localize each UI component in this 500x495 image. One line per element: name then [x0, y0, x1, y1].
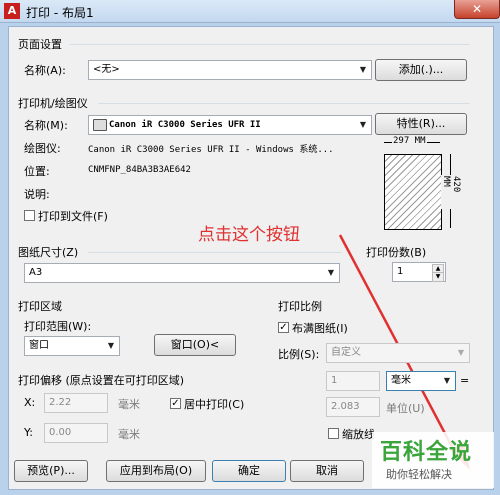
print-to-file-checkbox[interactable]: [24, 210, 35, 221]
plot-offset-heading: 打印偏移 (原点设置在可打印区域): [18, 374, 185, 387]
scale-equals: =: [460, 374, 470, 387]
paper-size-select[interactable]: A3 ▼: [24, 263, 340, 283]
scale-unit-select[interactable]: 毫米 ▼: [386, 371, 456, 391]
watermark: 百科全说 助你轻松解决: [372, 432, 494, 488]
fit-to-paper-label[interactable]: 布满图纸(I): [292, 320, 348, 336]
title-bar[interactable]: A 打印 - 布局1 ✕: [0, 0, 500, 23]
scale-lineweights-checkbox[interactable]: [328, 428, 339, 439]
plot-area-heading: 打印区域: [18, 300, 62, 313]
annotation-text: 点击这个按钮: [198, 225, 300, 245]
divider: [88, 252, 342, 253]
printer-name-label: 名称(M):: [24, 119, 68, 132]
copies-input[interactable]: 1 ▲ ▼: [392, 262, 446, 282]
divider: [98, 103, 470, 104]
dropdown-arrow-icon: ▼: [443, 376, 451, 385]
copies-label: 打印份数(B): [366, 246, 427, 259]
offset-y-input[interactable]: 0.00: [44, 423, 108, 443]
scale-label: 比例(S):: [278, 348, 320, 361]
offset-x-label: X:: [24, 396, 36, 409]
printer-name-select[interactable]: Canon iR C3000 Series UFR II ▼: [88, 115, 372, 135]
print-to-file-label[interactable]: 打印到文件(F): [38, 208, 108, 224]
offset-x-value: 2.22: [49, 397, 72, 408]
scale-select[interactable]: 自定义 ▼: [326, 343, 470, 363]
paper-preview: 297 MM 420 MM: [372, 136, 468, 232]
dropdown-arrow-icon: ▼: [359, 65, 367, 74]
page-setup-heading: 页面设置: [18, 38, 62, 51]
copies-value: 1: [397, 266, 404, 277]
cancel-button[interactable]: 取消: [290, 460, 364, 482]
page-setup-name-select[interactable]: <无> ▼: [88, 60, 372, 80]
paper-size-label: 图纸尺寸(Z): [18, 246, 79, 259]
watermark-subtitle: 助你轻松解决: [386, 468, 452, 481]
scale-unit-value: 毫米: [391, 375, 411, 386]
printer-icon: [93, 119, 107, 131]
plot-range-label: 打印范围(W):: [24, 320, 92, 333]
dropdown-arrow-icon: ▼: [107, 341, 115, 350]
close-icon: ✕: [471, 2, 483, 16]
offset-x-input[interactable]: 2.22: [44, 393, 108, 413]
spinner-down-icon[interactable]: ▼: [432, 272, 444, 282]
printer-properties-button[interactable]: 特性(R)...: [375, 113, 467, 135]
offset-y-value: 0.00: [49, 427, 72, 438]
scale-value2: 2.083: [331, 401, 360, 412]
window-title: 打印 - 布局1: [26, 6, 94, 20]
location-value: CNMFNP_84BA3B3AE642: [88, 165, 191, 175]
watermark-title: 百科全说: [380, 440, 473, 465]
dropdown-arrow-icon: ▼: [359, 120, 367, 129]
ok-button[interactable]: 确定: [212, 460, 286, 482]
close-button[interactable]: ✕: [454, 0, 500, 19]
paper-width-label: 297 MM: [392, 136, 427, 146]
add-page-setup-button[interactable]: 添加(.)...: [375, 59, 467, 81]
scale-value1-input[interactable]: 1: [326, 371, 380, 391]
fit-to-paper-checkbox[interactable]: ✓: [278, 322, 289, 333]
printer-name-value: Canon iR C3000 Series UFR II: [109, 120, 261, 130]
offset-x-unit: 毫米: [118, 398, 140, 411]
paper-sheet: [384, 154, 442, 230]
center-plot-checkbox[interactable]: ✓: [170, 398, 181, 409]
preview-button[interactable]: 预览(P)...: [14, 460, 88, 482]
plotter-label: 绘图仪:: [24, 142, 61, 155]
plotter-value: Canon iR C3000 Series UFR II - Windows 系…: [88, 145, 334, 155]
scale-value1: 1: [331, 375, 338, 386]
scale-unit-label: 单位(U): [386, 402, 425, 415]
center-plot-label[interactable]: 居中打印(C): [184, 396, 244, 412]
plot-scale-heading: 打印比例: [278, 300, 322, 313]
plot-range-select[interactable]: 窗口 ▼: [24, 336, 120, 356]
dropdown-arrow-icon: ▼: [327, 268, 335, 277]
location-label: 位置:: [24, 165, 50, 178]
scale-value2-input[interactable]: 2.083: [326, 397, 380, 417]
divider: [70, 44, 470, 45]
offset-y-label: Y:: [24, 426, 33, 439]
plot-range-value: 窗口: [29, 340, 49, 351]
paper-height-label: 420 MM: [441, 175, 461, 209]
apply-to-layout-button[interactable]: 应用到布局(O): [106, 460, 206, 482]
scale-value: 自定义: [331, 347, 361, 358]
page-setup-name-value: <无>: [93, 64, 120, 75]
description-label: 说明:: [24, 188, 50, 201]
printer-heading: 打印机/绘图仪: [18, 97, 88, 110]
offset-y-unit: 毫米: [118, 428, 140, 441]
page-setup-name-label: 名称(A):: [24, 64, 66, 77]
scale-lineweights-label[interactable]: 缩放线: [342, 426, 375, 442]
paper-size-value: A3: [29, 267, 43, 278]
dropdown-arrow-icon: ▼: [457, 348, 465, 357]
autocad-icon: A: [4, 3, 20, 19]
plot-window-button[interactable]: 窗口(O)<: [154, 334, 236, 356]
